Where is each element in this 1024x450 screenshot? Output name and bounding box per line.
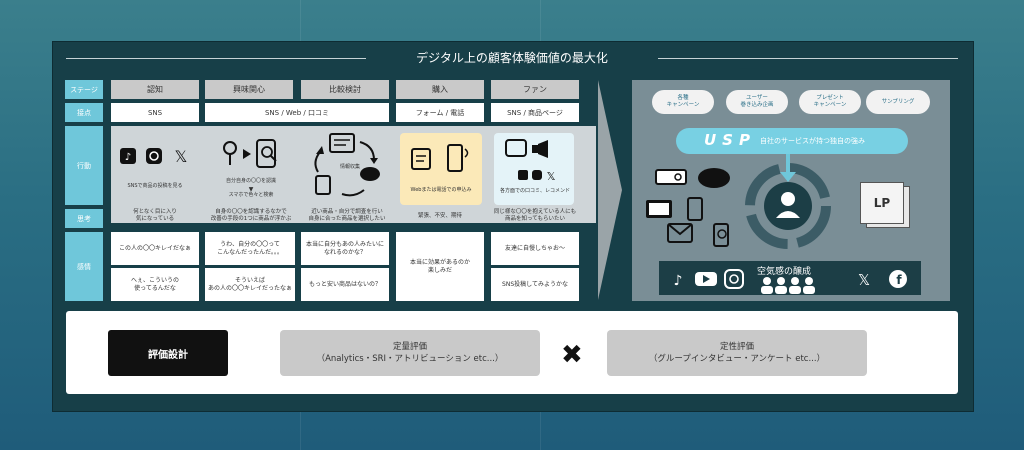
qualitative-title: 定性評価 <box>719 342 754 352</box>
emotion-comparison-1: 本当に自分もあの人みたいに なれるのかな？ <box>301 232 389 265</box>
stage-purchase: 購入 <box>396 80 484 99</box>
bubble-sampling: サンプリング <box>866 90 930 114</box>
qualitative-subtitle: （グループインタビュー・アンケート etc...） <box>648 354 826 364</box>
search-phone-icons <box>223 139 277 168</box>
action-awareness: SNSで商品の投稿を見る <box>127 183 183 189</box>
touchpoint-sns: SNS <box>111 103 199 122</box>
emotion-purchase: 本当に効果があるのか 楽しみだ <box>396 232 484 301</box>
customer-cycle-icon <box>745 154 831 249</box>
emotion-interest-2: そういえば あの人の〇〇キレイだったなぁ <box>205 268 295 301</box>
svg-text:♪: ♪ <box>125 152 131 163</box>
thought-comparison: 近い商品・自分で調査を行い 自身に合った商品を選択したい <box>308 209 386 222</box>
quantitative-title: 定量評価 <box>392 342 427 352</box>
people-group-icon <box>761 277 815 294</box>
title-rule-left <box>66 58 366 59</box>
touchpoint-form: フォーム / 電話 <box>396 103 484 122</box>
thought-purchase: 緊張、不安、期待 <box>417 213 462 219</box>
svg-text:𝕏: 𝕏 <box>858 271 870 289</box>
action-interest-1: 自分自身の〇〇を認識 <box>225 178 276 184</box>
emotion-interest-1: うわ、自分の〇〇って こんなんだったんだ。。。 <box>205 232 295 265</box>
bubble-campaigns: 各種 キャンペーン <box>652 90 714 114</box>
svg-text:♪: ♪ <box>674 273 683 289</box>
action-interest-2: スマホで色々と検索 <box>228 192 274 198</box>
touchpoint-web: SNS / Web / 口コミ <box>205 103 389 122</box>
qualitative-evaluation: 定性評価 （グループインタビュー・アンケート etc...） <box>607 330 867 376</box>
svg-text:𝕏: 𝕏 <box>547 170 556 183</box>
row-label-stage: ステージ <box>65 80 103 99</box>
thought-interest: 自身の〇〇を認識するなかで 改善の手段の1つに商品が浮かぶ <box>210 209 292 222</box>
action-purchase: Webまたは電話での申込み <box>410 187 472 193</box>
emotion-fan-1: 友達に自慢しちゃお〜 <box>491 232 579 265</box>
row-label-emotion: 感情 <box>65 232 103 301</box>
usp-label: USP <box>704 131 756 149</box>
bubble-user-engagement: ユーザー 巻き込み企画 <box>726 90 788 114</box>
evaluation-design-label: 評価設計 <box>108 330 228 376</box>
stage-awareness: 認知 <box>111 80 199 99</box>
cross-icon: ✖ <box>561 340 583 370</box>
lp-page-icon: LP <box>860 182 904 224</box>
emotion-awareness-2: へぇ、こういうの 使ってるんだな <box>111 268 199 301</box>
quantitative-evaluation: 定量評価 （Analytics・SRI・アトリビューション etc...） <box>280 330 540 376</box>
diagram-title: デジタル上の顧客体験価値の最大化 <box>416 51 608 65</box>
thought-awareness: 何となく目に入り 気になっている <box>133 209 177 222</box>
stage-fan: ファン <box>491 80 579 99</box>
media-icons-group <box>646 168 730 247</box>
emotion-comparison-2: もっと安い商品はないの？ <box>301 268 389 301</box>
stage-interest: 興味関心 <box>205 80 293 99</box>
svg-text:f: f <box>896 273 902 287</box>
emotion-fan-2: SNS投稿してみようかな <box>491 268 579 301</box>
thought-fan: 同じ様な〇〇を抱えている人にも 商品を知ってもらいたい <box>493 209 577 222</box>
svg-text:𝕏: 𝕏 <box>175 147 188 166</box>
flow-arrow-icon <box>598 80 622 300</box>
quantitative-subtitle: （Analytics・SRI・アトリビューション etc...） <box>316 354 504 364</box>
social-icons-right: 𝕏 f <box>858 270 907 289</box>
row-label-thought: 思考 <box>65 209 103 228</box>
emotion-awareness-1: この人の〇〇キレイだなぁ <box>111 232 199 265</box>
stage-comparison: 比較検討 <box>301 80 389 99</box>
action-fan: 各方面での口コミ、レコメンド <box>499 188 570 194</box>
usp-subtitle: 自社のサービスが持つ独自の強み <box>760 137 865 145</box>
sns-icons-group: ♪ 𝕏 <box>120 147 188 166</box>
form-phone-icons <box>411 144 469 172</box>
social-icons-left: ♪ <box>674 269 744 289</box>
bubble-present-campaign: プレゼント キャンペーン <box>799 90 861 114</box>
touchpoint-fan: SNS / 商品ページ <box>491 103 579 122</box>
action-comparison: 情報収集 <box>339 164 360 170</box>
title-rule-right <box>658 58 958 59</box>
row-label-touchpoint: 接点 <box>65 103 103 122</box>
row-label-action: 行動 <box>65 126 103 205</box>
fan-icons: 𝕏 <box>505 139 556 183</box>
